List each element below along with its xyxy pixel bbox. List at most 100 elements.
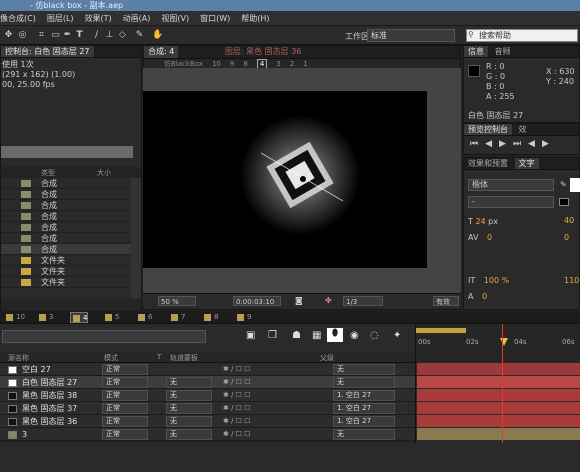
trkmat-select[interactable]: 无 <box>166 429 212 440</box>
layer-row[interactable]: 黑色 固态层 37 正常 无 ✱ ∕ ☐ ☐ 1. 空白 27 <box>0 402 415 415</box>
col-mode[interactable]: 模式 <box>104 353 118 363</box>
breadcrumb-item[interactable]: 8 <box>243 60 247 68</box>
project-item[interactable]: 合成 <box>1 244 131 255</box>
layer-switches[interactable]: ✱ ∕ ☐ ☐ <box>223 378 277 387</box>
project-item[interactable]: 合成 <box>1 233 131 244</box>
color-channels-icon[interactable]: ✤ <box>325 296 332 305</box>
layer-color-label[interactable] <box>8 392 17 400</box>
breadcrumb-item[interactable]: 10 <box>212 60 221 68</box>
project-item[interactable]: 合成 <box>1 222 131 233</box>
vscale-value[interactable]: 100 % <box>484 276 509 285</box>
breadcrumb-item[interactable]: 1 <box>303 60 307 68</box>
parent-select[interactable]: 无 <box>333 364 395 375</box>
blend-mode-select[interactable]: 正常 <box>102 390 148 401</box>
layer-switches[interactable]: ✱ ∕ ☐ ☐ <box>223 417 277 426</box>
menu-item[interactable]: 像合成(C) <box>0 11 36 25</box>
layer-duration-bar[interactable] <box>417 363 580 375</box>
col-t[interactable]: T <box>157 353 161 361</box>
tab-effects-short[interactable]: 效 <box>515 124 531 135</box>
col-size[interactable]: 大小 <box>97 168 111 178</box>
layer-duration-bar[interactable] <box>417 402 580 414</box>
project-item[interactable]: 文件夹 <box>1 255 131 266</box>
trkmat-select[interactable]: 无 <box>166 416 212 427</box>
comp-tab[interactable]: 5 <box>103 312 119 323</box>
col-source-name[interactable]: 源名称 <box>8 353 29 363</box>
camera-icon[interactable]: ◙ <box>295 296 303 305</box>
comp-tab[interactable]: 8 <box>202 312 218 323</box>
project-item[interactable]: 合成 <box>1 211 131 222</box>
live-update-icon[interactable]: ◌ <box>370 330 379 341</box>
layer-color-label[interactable] <box>8 405 17 413</box>
motion-blur-icon[interactable]: ⬮ <box>327 328 343 342</box>
active-camera[interactable]: 有效 <box>433 296 459 306</box>
layer-switches[interactable]: ✱ ∕ ☐ ☐ <box>223 391 277 400</box>
menu-item[interactable]: 窗口(W) <box>200 11 230 25</box>
graph-editor-icon[interactable]: ◉ <box>350 330 359 341</box>
tab-layer[interactable]: 图层: 黑色 固态层 36 <box>221 46 306 58</box>
tab-preview[interactable]: 预览控制台 <box>464 124 512 135</box>
font-style-select[interactable]: - <box>468 196 554 208</box>
layer-color-label[interactable] <box>8 366 17 374</box>
hscale-value[interactable]: 110 <box>564 276 579 285</box>
work-area-bar[interactable] <box>416 328 466 333</box>
blend-mode-select[interactable]: 正常 <box>102 403 148 414</box>
workspace-select[interactable]: 标准 <box>367 29 455 42</box>
draft-3d-icon[interactable]: ❒ <box>268 330 277 341</box>
parent-select[interactable]: 无 <box>333 429 395 440</box>
project-item[interactable]: 文件夹 <box>1 266 131 277</box>
comp-tab[interactable]: 10 <box>4 312 25 323</box>
text-tool-icon[interactable]: T <box>74 30 85 41</box>
roto-tool-icon[interactable]: ✎ <box>134 30 145 41</box>
comp-tab[interactable]: 6 <box>136 312 152 323</box>
timecode[interactable]: 0:00:03:10 <box>233 296 281 306</box>
layer-row[interactable]: 3 正常 无 ✱ ∕ ☐ ☐ 无 <box>0 428 415 441</box>
breadcrumb-item[interactable]: 3 <box>276 60 280 68</box>
trkmat-select[interactable]: 无 <box>166 377 212 388</box>
layer-duration-bar[interactable] <box>417 376 580 388</box>
project-item[interactable]: 合成 <box>1 189 131 200</box>
menu-item[interactable]: 效果(T) <box>85 11 112 25</box>
breadcrumb-item[interactable]: 9 <box>230 60 234 68</box>
layer-duration-bar[interactable] <box>417 415 580 427</box>
brainstorm-icon[interactable]: ✦ <box>393 330 401 341</box>
tab-effects-presets[interactable]: 效果和预置 <box>464 158 512 169</box>
menu-item[interactable]: 帮助(H) <box>241 11 269 25</box>
tab-character[interactable]: 文字 <box>514 158 539 169</box>
project-item[interactable]: 合成 <box>1 178 131 189</box>
tab-comp[interactable]: 合成: 4 <box>144 46 179 58</box>
project-item[interactable]: 文件夹 <box>1 277 131 288</box>
layer-duration-bar[interactable] <box>417 428 580 440</box>
orbit-tool-icon[interactable]: ◎ <box>17 30 28 41</box>
frame-blending-icon[interactable]: ▦ <box>312 330 321 341</box>
breadcrumb-item[interactable]: 2 <box>290 60 294 68</box>
layer-name[interactable]: 黑色 固态层 38 <box>22 390 77 401</box>
comp-mini-flowchart-icon[interactable]: ▣ <box>246 330 255 341</box>
blend-mode-select[interactable]: 正常 <box>102 416 148 427</box>
timeline-timecode-field[interactable] <box>2 330 206 343</box>
parent-select[interactable]: 无 <box>333 377 395 388</box>
layer-row[interactable]: 空白 27 正常 ✱ ∕ ☐ ☐ 无 <box>0 363 415 376</box>
time-ruler[interactable]: 00s 02s 04s 06s <box>415 324 580 363</box>
clone-tool-icon[interactable]: ⊥ <box>104 30 115 41</box>
zoom-select[interactable]: 50 % <box>158 296 196 306</box>
menu-item[interactable]: 视图(V) <box>161 11 189 25</box>
pen-tool-icon[interactable]: ✒ <box>62 30 73 41</box>
menu-item[interactable]: 动画(A) <box>123 11 151 25</box>
col-parent[interactable]: 父级 <box>320 353 334 363</box>
layer-name[interactable]: 黑色 固态层 36 <box>22 416 77 427</box>
project-tab[interactable]: 控制台: 白色 固态层 27 <box>1 46 94 57</box>
layer-switches[interactable]: ✱ ∕ ☐ ☐ <box>223 430 277 439</box>
baseline-value[interactable]: 0 <box>482 292 487 301</box>
hand-tool-icon[interactable]: ✥ <box>3 30 14 41</box>
col-trkmat[interactable]: 轨道蒙板 <box>170 353 198 363</box>
kerning-value[interactable]: 0 <box>487 233 492 242</box>
playback-controls[interactable]: ⏮◀▶⏭◀▶ <box>470 139 556 149</box>
comp-tab[interactable]: 7 <box>169 312 185 323</box>
layer-name[interactable]: 白色 固态层 27 <box>22 377 77 388</box>
blend-mode-select[interactable]: 正常 <box>102 377 148 388</box>
leading-value[interactable]: 40 <box>564 216 574 225</box>
comp-tab[interactable]: 9 <box>235 312 251 323</box>
pan-tool-icon[interactable]: ⌗ <box>36 30 47 41</box>
search-help-input[interactable]: 搜索帮助 <box>466 29 578 42</box>
fill-color-swatch[interactable] <box>570 178 580 192</box>
